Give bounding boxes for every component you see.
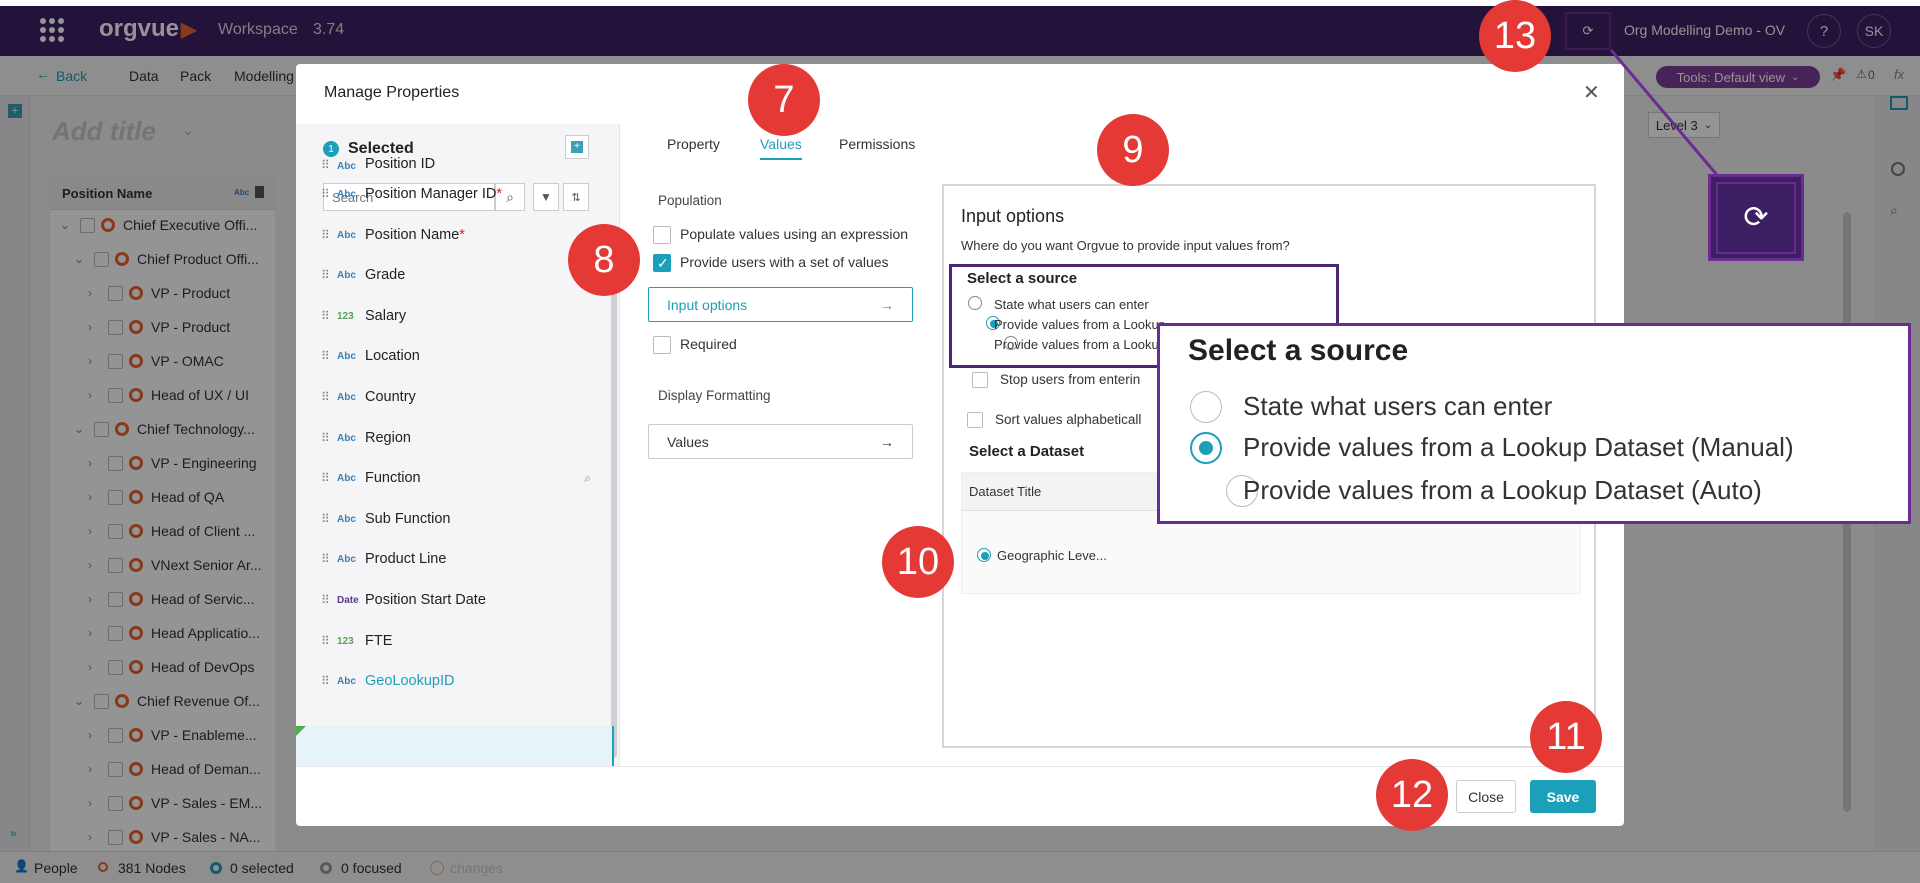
step-badge-9: 9 — [1097, 114, 1169, 186]
callout-connector — [1609, 49, 1719, 176]
step-badge-12: 12 — [1376, 759, 1448, 831]
step-badge-8: 8 — [568, 224, 640, 296]
step-badge-7: 7 — [748, 64, 820, 136]
refresh-zoom-inner: ⟳ — [1716, 181, 1796, 254]
refresh-icon: ⟳ — [1743, 201, 1769, 234]
refresh-zoom-box: ⟳ — [1708, 174, 1804, 261]
step-badge-13: 13 — [1479, 0, 1551, 72]
step-badge-11: 11 — [1530, 701, 1602, 773]
step-badge-10: 10 — [882, 526, 954, 598]
